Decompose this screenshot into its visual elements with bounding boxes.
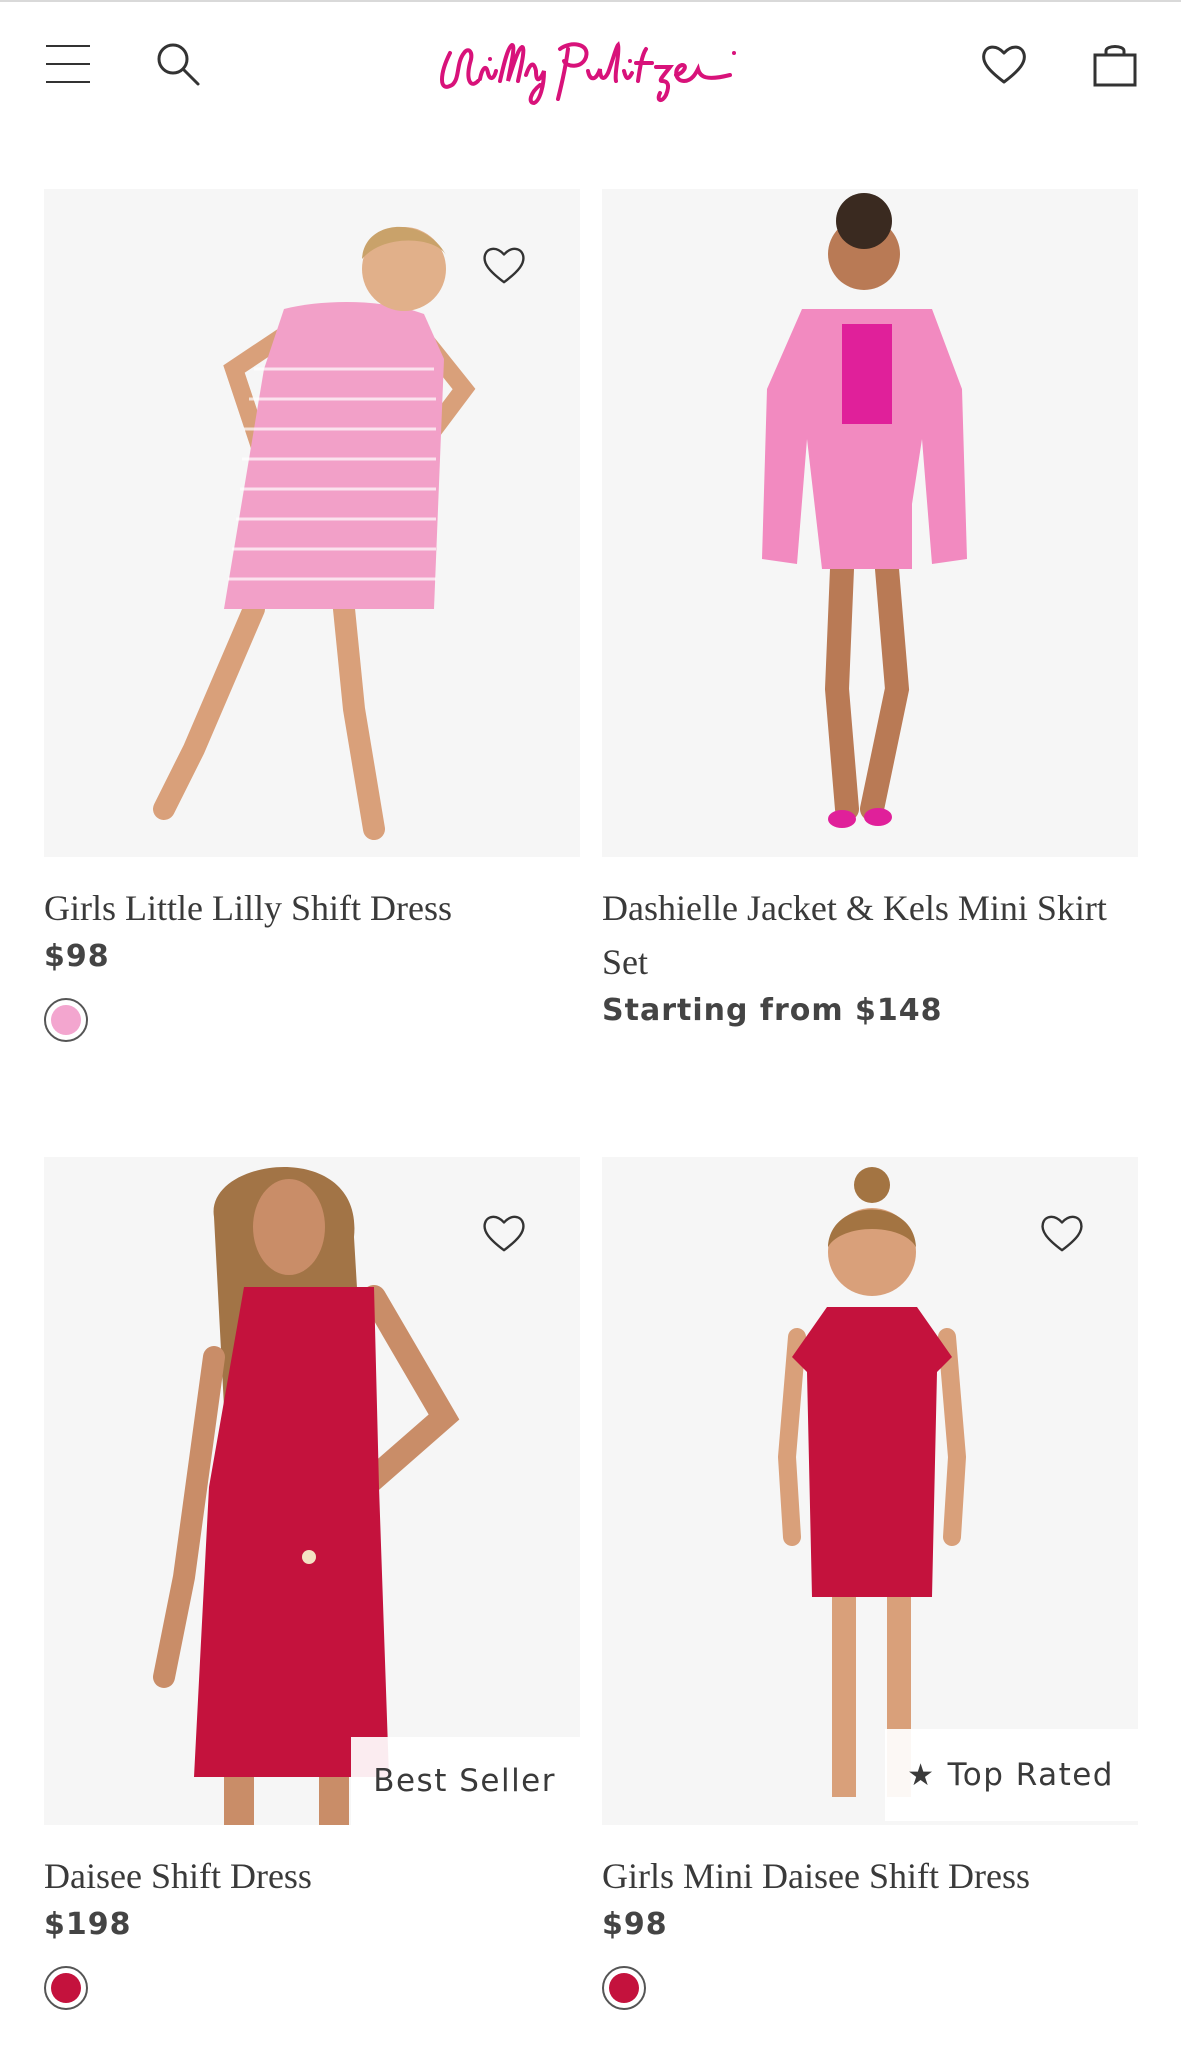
product-card[interactable]: ★ Top Rated Girls Mini Daisee Shift Dres… [602,1157,1138,2010]
wishlist-toggle[interactable] [476,1207,532,1259]
product-image[interactable] [602,189,1138,857]
search-icon [157,43,200,86]
product-image[interactable]: Best Seller [44,1157,580,1825]
product-title[interactable]: Daisee Shift Dress [44,1849,580,1903]
badge-label: Top Rated [947,1757,1114,1793]
product-price: $98 [44,939,110,974]
product-price: $198 [44,1907,132,1942]
color-swatch[interactable] [602,1966,646,2010]
best-seller-badge: Best Seller [351,1737,580,1825]
swatch-color [51,1005,81,1035]
product-card[interactable]: Dashielle Jacket & Kels Mini Skirt Set S… [602,189,1138,1028]
wishlist-toggle[interactable] [476,239,532,291]
product-title[interactable]: Girls Mini Daisee Shift Dress [602,1849,1138,1903]
menu-button[interactable] [36,32,100,96]
swatch-color [609,1973,639,2003]
product-image[interactable]: ★ Top Rated [602,1157,1138,1825]
product-image[interactable] [44,189,580,857]
menu-icon [46,45,90,83]
top-rated-badge: ★ Top Rated [885,1729,1138,1821]
shopping-bag-button[interactable] [1083,32,1147,96]
product-card[interactable]: Girls Little Lilly Shift Dress $98 [44,189,580,1042]
heart-outline-icon [1041,1215,1083,1252]
brand-logo[interactable] [420,20,760,116]
woman-pink-jacket-skirt-photo [602,189,1138,857]
color-swatch[interactable] [44,998,88,1042]
color-swatch[interactable] [44,1966,88,2010]
wishlist-toggle[interactable] [1034,1207,1090,1259]
product-title[interactable]: Dashielle Jacket & Kels Mini Skirt Set [602,881,1138,989]
heart-icon [982,45,1026,84]
search-button[interactable] [146,32,210,96]
site-header [0,2,1181,130]
product-title[interactable]: Girls Little Lilly Shift Dress [44,881,580,935]
product-price: Starting from $148 [602,993,943,1028]
heart-outline-icon [483,1215,525,1252]
product-card[interactable]: Best Seller Daisee Shift Dress $198 [44,1157,580,2010]
heart-outline-icon [483,247,525,284]
wishlist-button[interactable] [972,32,1036,96]
product-price: $98 [602,1907,668,1942]
lilly-pulitzer-logo [440,41,736,106]
badge-label: Best Seller [373,1763,556,1799]
shopping-bag-icon [1093,45,1137,87]
star-icon: ★ [907,1757,936,1793]
swatch-color [51,1973,81,2003]
